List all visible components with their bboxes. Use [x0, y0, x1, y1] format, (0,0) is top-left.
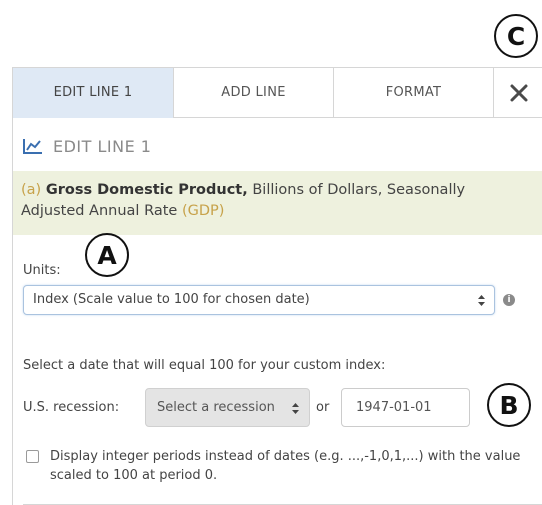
series-description: (a) Gross Domestic Product, Billions of …: [13, 171, 542, 235]
index-date-input[interactable]: 1947-01-01: [341, 388, 470, 427]
series-letter: (a): [21, 182, 42, 198]
callout-c: C: [494, 14, 538, 58]
custom-index-prompt: Select a date that will equal 100 for yo…: [23, 358, 386, 373]
integer-periods-checkbox[interactable]: [26, 450, 39, 463]
edit-graph-panel: EDIT LINE 1 ADD LINE FORMAT EDIT LINE 1 …: [12, 67, 542, 505]
tab-edit-line-1[interactable]: EDIT LINE 1: [13, 68, 174, 118]
units-selected-value: Index (Scale value to 100 for chosen dat…: [33, 292, 310, 307]
tab-format[interactable]: FORMAT: [334, 68, 494, 118]
info-icon[interactable]: i: [503, 294, 515, 306]
recession-select[interactable]: Select a recession: [145, 388, 310, 427]
series-code: (GDP): [181, 203, 225, 219]
line-chart-icon: [23, 139, 42, 154]
select-updown-icon: [292, 403, 299, 414]
callout-b: B: [487, 383, 531, 427]
tab-bar: EDIT LINE 1 ADD LINE FORMAT: [13, 68, 542, 118]
recession-select-value: Select a recession: [157, 400, 275, 415]
recession-label: U.S. recession:: [23, 400, 120, 415]
section-heading: EDIT LINE 1: [23, 135, 151, 157]
integer-periods-label: Display integer periods instead of dates…: [50, 449, 521, 483]
or-label: or: [316, 400, 330, 415]
series-title: Gross Domestic Product,: [45, 182, 248, 198]
callout-a: A: [85, 233, 129, 277]
section-title-text: EDIT LINE 1: [53, 136, 152, 156]
close-x-icon: [510, 84, 527, 101]
units-select[interactable]: Index (Scale value to 100 for chosen dat…: [23, 285, 495, 315]
select-updown-icon: [478, 286, 485, 318]
units-label: Units:: [23, 263, 61, 278]
close-button[interactable]: [494, 68, 542, 118]
tab-add-line[interactable]: ADD LINE: [174, 68, 334, 118]
